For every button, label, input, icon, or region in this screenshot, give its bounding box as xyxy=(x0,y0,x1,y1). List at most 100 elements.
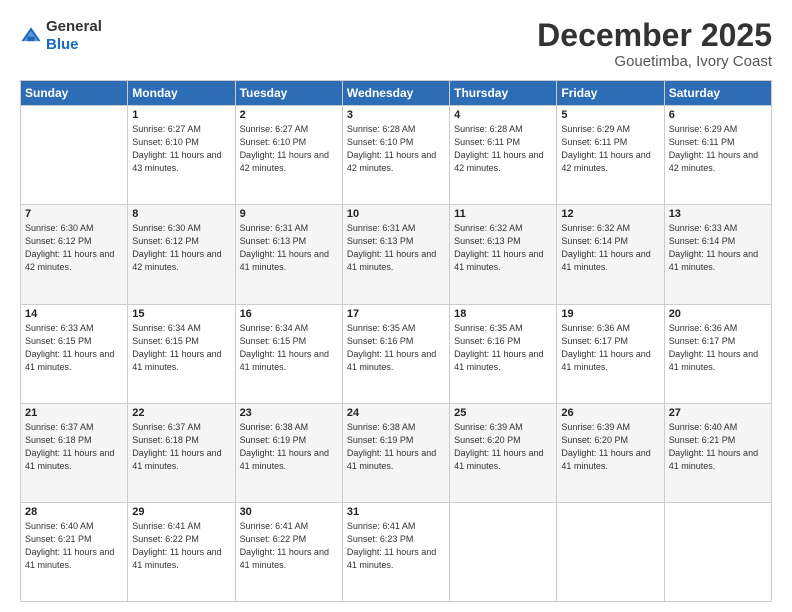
day-number: 27 xyxy=(669,407,767,419)
col-saturday: Saturday xyxy=(664,81,771,106)
col-tuesday: Tuesday xyxy=(235,81,342,106)
col-wednesday: Wednesday xyxy=(342,81,449,106)
day-info: Sunrise: 6:29 AMSunset: 6:11 PMDaylight:… xyxy=(669,123,767,175)
table-row: 12Sunrise: 6:32 AMSunset: 6:14 PMDayligh… xyxy=(557,205,664,304)
table-row: 6 Sunrise: 6:29 AMSunset: 6:11 PMDaylight… xyxy=(664,106,771,205)
day-info: Sunrise: 6:34 AMSunset: 6:15 PMDaylight:… xyxy=(132,322,230,374)
title-block: December 2025 Gouetimba, Ivory Coast xyxy=(537,18,772,70)
day-number: 4 xyxy=(454,109,552,121)
day-number: 3 xyxy=(347,109,445,121)
day-info: Sunrise: 6:35 AMSunset: 6:16 PMDaylight:… xyxy=(454,322,552,374)
calendar-week-row: 21 Sunrise: 6:37 AMSunset: 6:18 PMDayligh… xyxy=(21,403,772,502)
table-row: 8Sunrise: 6:30 AMSunset: 6:12 PMDaylight… xyxy=(128,205,235,304)
table-row: 14 Sunrise: 6:33 AMSunset: 6:15 PMDayligh… xyxy=(21,304,128,403)
day-number: 30 xyxy=(240,506,338,518)
table-row: 2 Sunrise: 6:27 AMSunset: 6:10 PMDaylight… xyxy=(235,106,342,205)
day-number: 19 xyxy=(561,308,659,320)
day-info: Sunrise: 6:41 AMSunset: 6:23 PMDaylight:… xyxy=(347,520,445,572)
day-number: 6 xyxy=(669,109,767,121)
day-number: 23 xyxy=(240,407,338,419)
table-row: 18 Sunrise: 6:35 AMSunset: 6:16 PMDayligh… xyxy=(450,304,557,403)
table-row: 22Sunrise: 6:37 AMSunset: 6:18 PMDayligh… xyxy=(128,403,235,502)
calendar-table: Sunday Monday Tuesday Wednesday Thursday… xyxy=(20,80,772,602)
table-row xyxy=(450,502,557,601)
day-info: Sunrise: 6:31 AMSunset: 6:13 PMDaylight:… xyxy=(347,222,445,274)
day-info: Sunrise: 6:35 AMSunset: 6:16 PMDaylight:… xyxy=(347,322,445,374)
logo: General Blue xyxy=(20,18,102,54)
calendar-week-row: 28 Sunrise: 6:40 AMSunset: 6:21 PMDayligh… xyxy=(21,502,772,601)
table-row: 9 Sunrise: 6:31 AMSunset: 6:13 PMDaylight… xyxy=(235,205,342,304)
day-info: Sunrise: 6:33 AMSunset: 6:15 PMDaylight:… xyxy=(25,322,123,374)
table-row xyxy=(21,106,128,205)
day-number: 25 xyxy=(454,407,552,419)
day-number: 7 xyxy=(25,208,123,220)
day-info: Sunrise: 6:36 AMSunset: 6:17 PMDaylight:… xyxy=(669,322,767,374)
table-row: 26Sunrise: 6:39 AMSunset: 6:20 PMDayligh… xyxy=(557,403,664,502)
table-row: 23 Sunrise: 6:38 AMSunset: 6:19 PMDayligh… xyxy=(235,403,342,502)
day-info: Sunrise: 6:38 AMSunset: 6:19 PMDaylight:… xyxy=(347,421,445,473)
day-number: 28 xyxy=(25,506,123,518)
day-info: Sunrise: 6:27 AMSunset: 6:10 PMDaylight:… xyxy=(240,123,338,175)
day-info: Sunrise: 6:31 AMSunset: 6:13 PMDaylight:… xyxy=(240,222,338,274)
day-number: 22 xyxy=(132,407,230,419)
day-info: Sunrise: 6:38 AMSunset: 6:19 PMDaylight:… xyxy=(240,421,338,473)
table-row: 19 Sunrise: 6:36 AMSunset: 6:17 PMDayligh… xyxy=(557,304,664,403)
calendar-header-row: Sunday Monday Tuesday Wednesday Thursday… xyxy=(21,81,772,106)
table-row: 25 Sunrise: 6:39 AMSunset: 6:20 PMDayligh… xyxy=(450,403,557,502)
day-info: Sunrise: 6:32 AMSunset: 6:13 PMDaylight:… xyxy=(454,222,552,274)
day-number: 24 xyxy=(347,407,445,419)
day-info: Sunrise: 6:34 AMSunset: 6:15 PMDaylight:… xyxy=(240,322,338,374)
day-number: 17 xyxy=(347,308,445,320)
table-row xyxy=(664,502,771,601)
day-number: 21 xyxy=(25,407,123,419)
day-number: 31 xyxy=(347,506,445,518)
day-info: Sunrise: 6:36 AMSunset: 6:17 PMDaylight:… xyxy=(561,322,659,374)
day-info: Sunrise: 6:40 AMSunset: 6:21 PMDaylight:… xyxy=(25,520,123,572)
table-row: 5 Sunrise: 6:29 AMSunset: 6:11 PMDaylight… xyxy=(557,106,664,205)
table-row: 1Sunrise: 6:27 AMSunset: 6:10 PMDaylight… xyxy=(128,106,235,205)
day-info: Sunrise: 6:30 AMSunset: 6:12 PMDaylight:… xyxy=(25,222,123,274)
day-number: 14 xyxy=(25,308,123,320)
table-row: 13Sunrise: 6:33 AMSunset: 6:14 PMDayligh… xyxy=(664,205,771,304)
day-info: Sunrise: 6:29 AMSunset: 6:11 PMDaylight:… xyxy=(561,123,659,175)
col-monday: Monday xyxy=(128,81,235,106)
day-number: 18 xyxy=(454,308,552,320)
day-info: Sunrise: 6:27 AMSunset: 6:10 PMDaylight:… xyxy=(132,123,230,175)
day-info: Sunrise: 6:39 AMSunset: 6:20 PMDaylight:… xyxy=(454,421,552,473)
day-info: Sunrise: 6:41 AMSunset: 6:22 PMDaylight:… xyxy=(132,520,230,572)
day-number: 20 xyxy=(669,308,767,320)
table-row: 27Sunrise: 6:40 AMSunset: 6:21 PMDayligh… xyxy=(664,403,771,502)
table-row: 20 Sunrise: 6:36 AMSunset: 6:17 PMDayligh… xyxy=(664,304,771,403)
day-info: Sunrise: 6:37 AMSunset: 6:18 PMDaylight:… xyxy=(25,421,123,473)
table-row: 10Sunrise: 6:31 AMSunset: 6:13 PMDayligh… xyxy=(342,205,449,304)
day-number: 12 xyxy=(561,208,659,220)
table-row: 21 Sunrise: 6:37 AMSunset: 6:18 PMDayligh… xyxy=(21,403,128,502)
calendar-title: December 2025 xyxy=(537,18,772,53)
table-row: 11Sunrise: 6:32 AMSunset: 6:13 PMDayligh… xyxy=(450,205,557,304)
logo-icon xyxy=(20,25,42,47)
day-info: Sunrise: 6:28 AMSunset: 6:10 PMDaylight:… xyxy=(347,123,445,175)
table-row: 28 Sunrise: 6:40 AMSunset: 6:21 PMDayligh… xyxy=(21,502,128,601)
day-number: 9 xyxy=(240,208,338,220)
calendar-week-row: 7 Sunrise: 6:30 AMSunset: 6:12 PMDaylight… xyxy=(21,205,772,304)
col-thursday: Thursday xyxy=(450,81,557,106)
logo-text: General Blue xyxy=(46,18,102,54)
table-row: 16Sunrise: 6:34 AMSunset: 6:15 PMDayligh… xyxy=(235,304,342,403)
logo-blue: Blue xyxy=(46,36,79,53)
table-row: 30 Sunrise: 6:41 AMSunset: 6:22 PMDayligh… xyxy=(235,502,342,601)
day-info: Sunrise: 6:39 AMSunset: 6:20 PMDaylight:… xyxy=(561,421,659,473)
day-info: Sunrise: 6:33 AMSunset: 6:14 PMDaylight:… xyxy=(669,222,767,274)
calendar-page: General Blue December 2025 Gouetimba, Iv… xyxy=(0,0,792,612)
header: General Blue December 2025 Gouetimba, Iv… xyxy=(20,18,772,70)
day-number: 2 xyxy=(240,109,338,121)
day-info: Sunrise: 6:41 AMSunset: 6:22 PMDaylight:… xyxy=(240,520,338,572)
day-number: 15 xyxy=(132,308,230,320)
table-row: 4Sunrise: 6:28 AMSunset: 6:11 PMDaylight… xyxy=(450,106,557,205)
calendar-week-row: 14 Sunrise: 6:33 AMSunset: 6:15 PMDayligh… xyxy=(21,304,772,403)
logo-general: General xyxy=(46,18,102,35)
day-number: 5 xyxy=(561,109,659,121)
table-row xyxy=(557,502,664,601)
col-friday: Friday xyxy=(557,81,664,106)
day-number: 8 xyxy=(132,208,230,220)
table-row: 7 Sunrise: 6:30 AMSunset: 6:12 PMDaylight… xyxy=(21,205,128,304)
